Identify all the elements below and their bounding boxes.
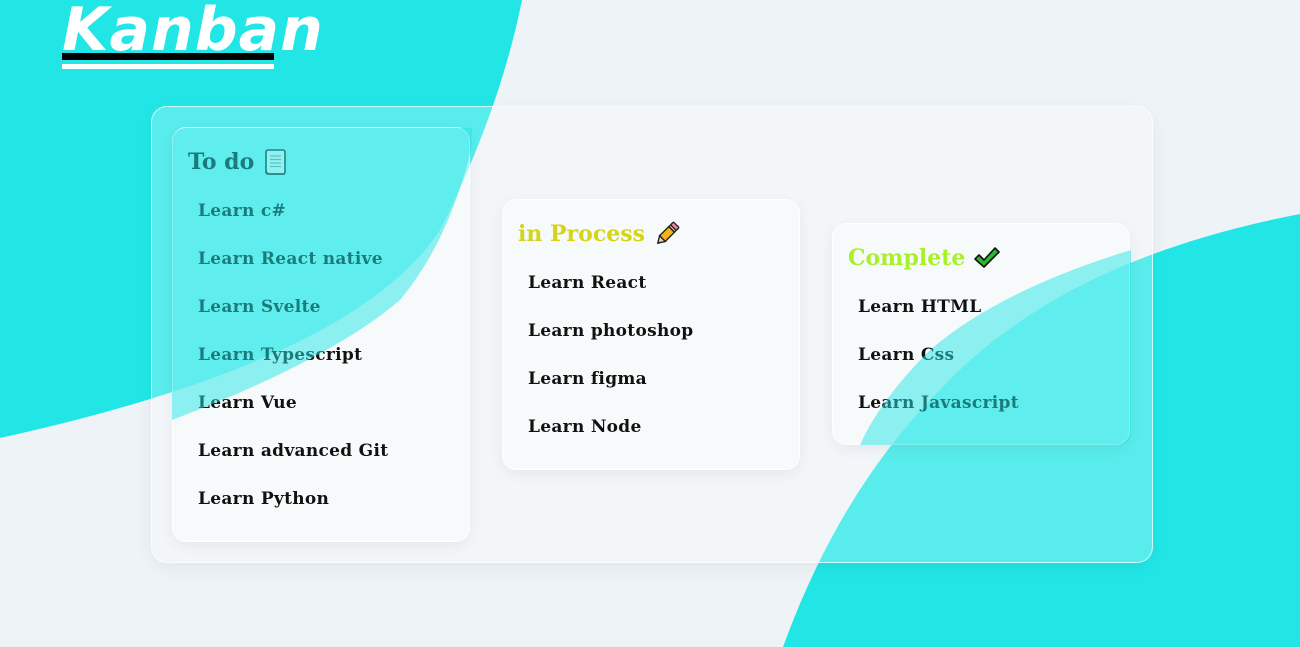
column-in-process-list: Learn React Learn photoshop Learn figma …	[518, 268, 784, 460]
check-mark-icon	[973, 244, 1001, 272]
column-complete: Complete Learn HTML Learn Css Learn Java…	[832, 223, 1130, 445]
column-todo-header: To do	[188, 146, 454, 178]
column-todo-list: Learn c# Learn React native Learn Svelte…	[188, 196, 454, 532]
todo-item[interactable]: Learn Vue	[188, 388, 454, 436]
todo-item[interactable]: Learn React native	[188, 244, 454, 292]
todo-item[interactable]: Learn advanced Git	[188, 436, 454, 484]
scroll-icon	[262, 148, 290, 176]
column-in-process-header: in Process	[518, 218, 784, 250]
column-todo: To do Learn c# Learn React native Learn …	[172, 127, 470, 542]
todo-item[interactable]: Learn c#	[188, 196, 454, 244]
column-complete-title: Complete	[848, 245, 966, 271]
complete-item[interactable]: Learn Javascript	[848, 388, 1114, 436]
column-complete-header: Complete	[848, 242, 1114, 274]
todo-item[interactable]: Learn Svelte	[188, 292, 454, 340]
complete-item[interactable]: Learn Css	[848, 340, 1114, 388]
process-item[interactable]: Learn React	[518, 268, 784, 316]
complete-item[interactable]: Learn HTML	[848, 292, 1114, 340]
todo-item[interactable]: Learn Python	[188, 484, 454, 532]
column-complete-list: Learn HTML Learn Css Learn Javascript	[848, 292, 1114, 436]
process-item[interactable]: Learn Node	[518, 412, 784, 460]
process-item[interactable]: Learn photoshop	[518, 316, 784, 364]
todo-item[interactable]: Learn Typescript	[188, 340, 454, 388]
process-item[interactable]: Learn figma	[518, 364, 784, 412]
column-in-process: in Process Learn React Learn photoshop L…	[502, 199, 800, 470]
column-in-process-title: in Process	[518, 221, 645, 247]
title-underline	[62, 53, 274, 71]
column-todo-title: To do	[188, 149, 255, 175]
pencil-icon	[653, 220, 681, 248]
